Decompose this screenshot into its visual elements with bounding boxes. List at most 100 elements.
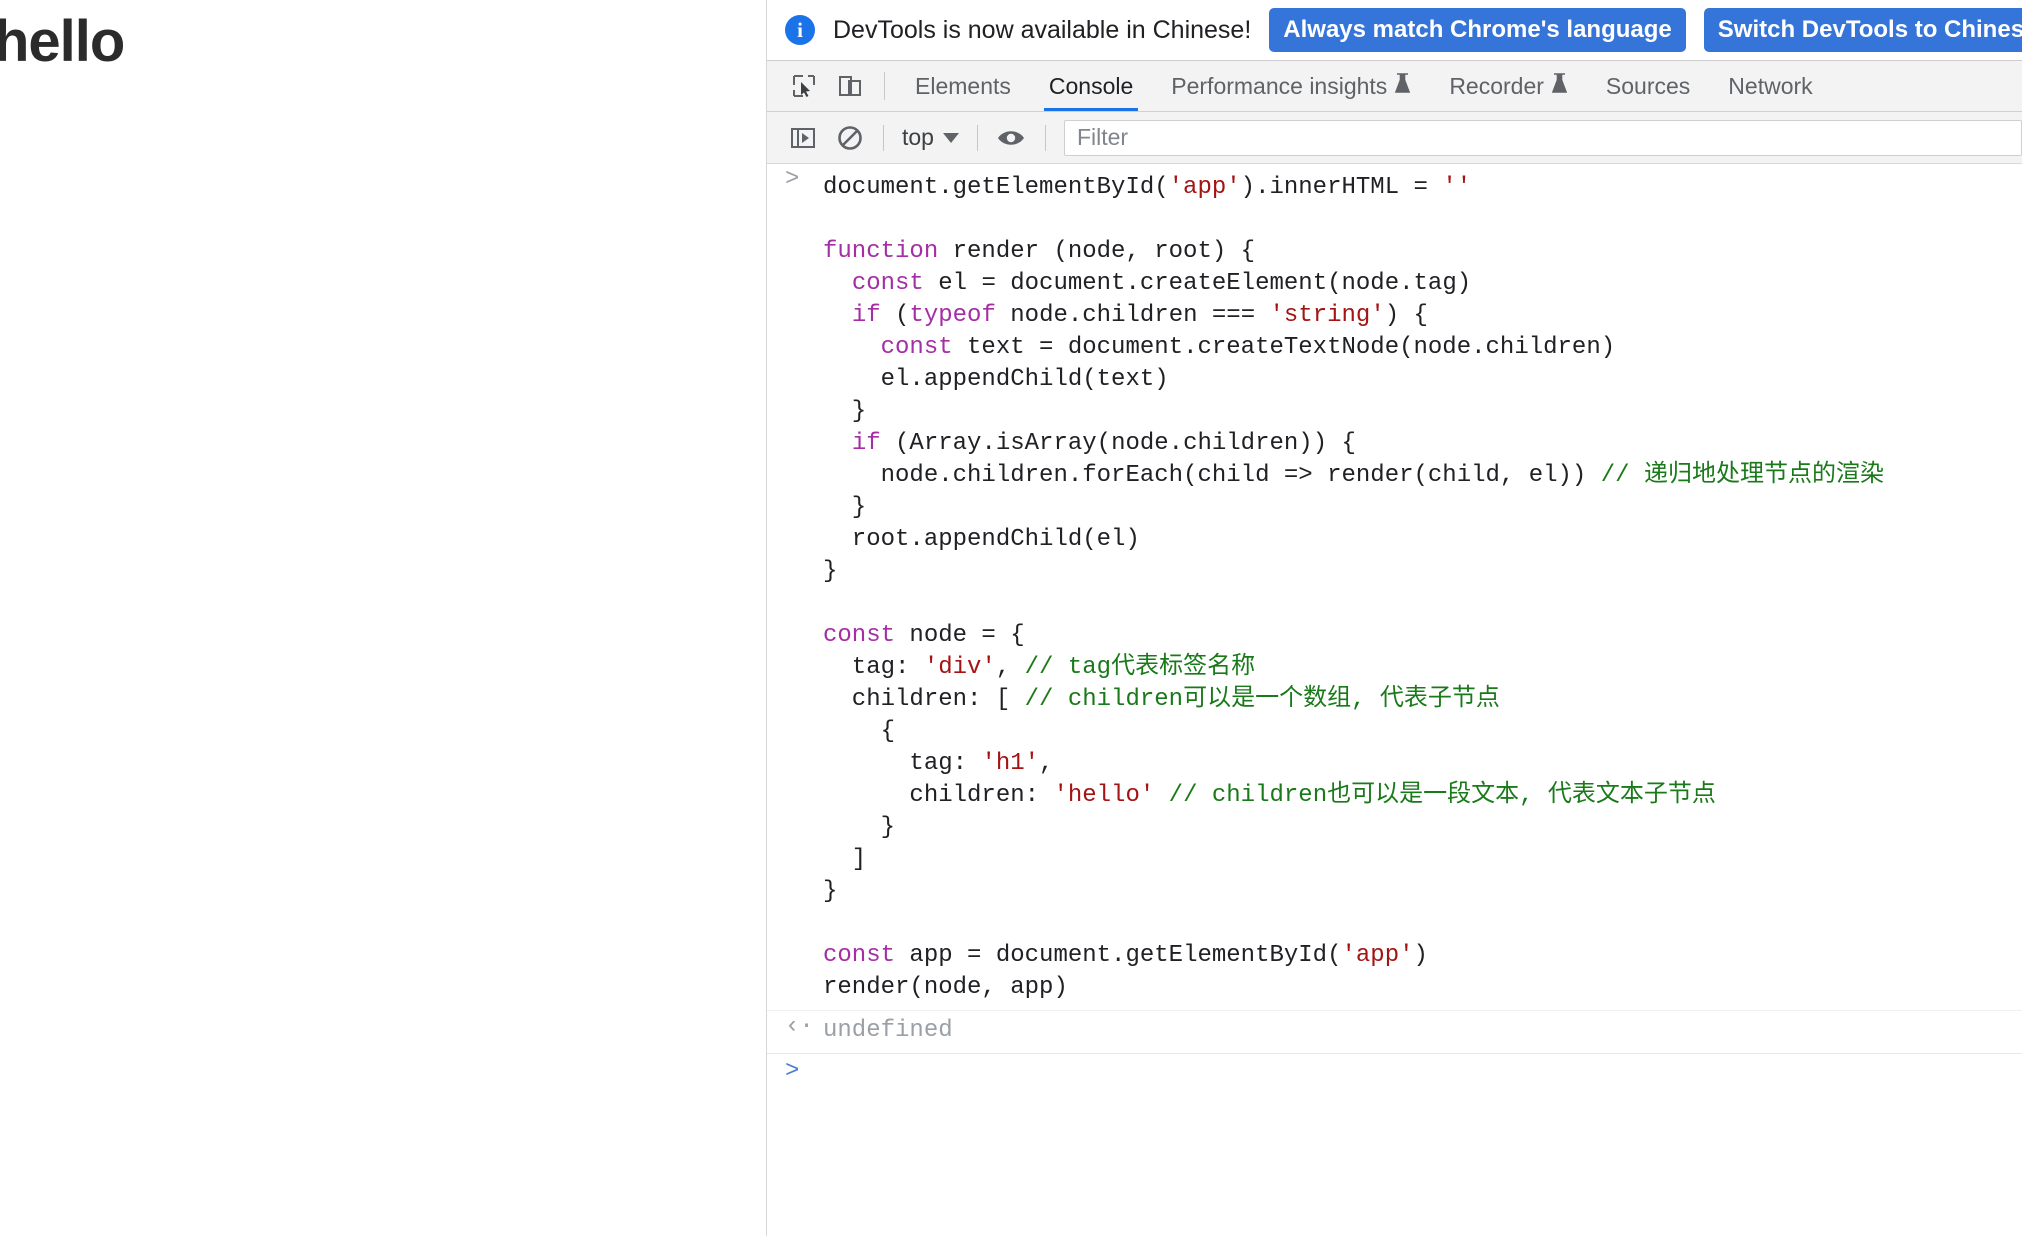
console-result-prompt-icon: ‹· — [785, 1013, 814, 1040]
code-token: } — [823, 814, 896, 841]
chevron-down-icon — [942, 132, 959, 143]
console-result-value: undefined — [823, 1017, 953, 1044]
code-token: 'string' — [1269, 302, 1385, 329]
tab-performance-insights[interactable]: Performance insights — [1152, 61, 1430, 111]
banner-message: DevTools is now available in Chinese! — [833, 15, 1252, 44]
console-filter-input[interactable] — [1063, 119, 2022, 156]
code-token: // children也可以是一段文本, 代表文本子节点 — [1168, 782, 1716, 809]
code-token: 'hello' — [1053, 782, 1155, 809]
code-line: } — [823, 396, 2012, 428]
info-icon: i — [785, 15, 815, 45]
code-line: node.children.forEach(child => render(ch… — [823, 460, 2012, 492]
tab-label: Performance insights — [1171, 72, 1388, 99]
code-line: tag: 'div', // tag代表标签名称 — [823, 652, 2012, 684]
code-line: } — [823, 876, 2012, 908]
code-line: } — [823, 812, 2012, 844]
tab-label: Console — [1048, 72, 1134, 99]
inspect-element-icon[interactable] — [781, 61, 827, 111]
code-token: // children可以是一个数组, 代表子节点 — [1024, 686, 1500, 713]
experiment-flask-icon — [1551, 72, 1568, 100]
devtools-panel: i DevTools is now available in Chinese! … — [767, 0, 2022, 1236]
toolbar-divider — [976, 124, 978, 151]
code-line: if (typeof node.children === 'string') { — [823, 300, 2012, 332]
code-token: root.appendChild(el) — [823, 526, 1140, 553]
console-prompt-icon: > — [785, 1058, 800, 1085]
code-line: const node = { — [823, 620, 2012, 652]
devtools-tabbar: Elements Console Performance insights Re… — [767, 61, 2022, 112]
code-token: typeof — [909, 302, 996, 329]
code-token: render (node, root) { — [938, 238, 1256, 265]
toolbar-divider — [883, 124, 884, 151]
experiment-flask-icon — [1394, 72, 1411, 100]
execution-context-selector[interactable]: top — [894, 124, 967, 151]
code-token: 'app' — [1168, 174, 1241, 201]
tab-console[interactable]: Console — [1030, 61, 1152, 111]
code-token: const — [823, 942, 896, 969]
tab-elements[interactable]: Elements — [896, 61, 1030, 111]
code-token: } — [823, 398, 867, 425]
code-token: el.appendChild(text) — [823, 366, 1169, 393]
always-match-language-button[interactable]: Always match Chrome's language — [1269, 8, 1686, 52]
execution-context-label: top — [902, 124, 934, 150]
code-token: function — [823, 238, 939, 265]
code-line: function render (node, root) { — [823, 236, 2012, 268]
code-token: node.children.forEach(child => render(ch… — [823, 462, 1601, 489]
console-result-entry: ‹· undefined — [767, 1010, 2022, 1054]
code-token: 'app' — [1341, 942, 1414, 969]
code-token: ).innerHTML = — [1240, 174, 1443, 201]
console-output[interactable]: > document.getElementById('app').innerHT… — [767, 164, 2022, 1236]
tab-recorder[interactable]: Recorder — [1430, 61, 1587, 111]
code-token: text = document.createTextNode(node.chil… — [952, 334, 1616, 361]
code-token: , — [1039, 750, 1054, 777]
code-token: app = document.getElementById( — [895, 942, 1342, 969]
code-token: if — [851, 302, 881, 329]
code-token: children: [ — [823, 686, 1025, 713]
code-token: } — [823, 878, 838, 905]
code-line: render(node, app) — [823, 972, 2012, 1004]
tab-label: Sources — [1605, 72, 1691, 99]
code-token: const — [851, 270, 924, 297]
code-token: ( — [880, 302, 910, 329]
code-token: document.getElementById( — [823, 174, 1169, 201]
code-token: , — [995, 654, 1025, 681]
code-line: document.getElementById('app').innerHTML… — [823, 172, 2012, 204]
page-heading: hello — [0, 9, 125, 74]
code-token: node = { — [895, 622, 1025, 649]
console-input-prompt-icon: > — [785, 166, 800, 193]
code-token: render(node, app) — [823, 974, 1068, 1001]
code-line: root.appendChild(el) — [823, 524, 2012, 556]
code-token: { — [823, 718, 896, 745]
tab-label: Network — [1728, 72, 1813, 99]
code-token: // tag代表标签名称 — [1024, 654, 1256, 681]
live-expression-eye-icon[interactable] — [988, 118, 1035, 158]
device-toolbar-icon[interactable] — [827, 61, 873, 111]
toolbar-divider — [1044, 124, 1046, 151]
code-token: ) — [1413, 942, 1428, 969]
console-prompt-row[interactable]: > — [767, 1054, 2022, 1098]
console-sidebar-icon[interactable] — [779, 118, 826, 158]
code-token: 'div' — [923, 654, 996, 681]
tab-sources[interactable]: Sources — [1587, 61, 1709, 111]
console-input-code: document.getElementById('app').innerHTML… — [823, 172, 2022, 1004]
code-token: (Array.isArray(node.children)) { — [880, 430, 1356, 457]
code-token: ) { — [1384, 302, 1428, 329]
switch-devtools-language-button[interactable]: Switch DevTools to Chinese — [1703, 8, 2022, 52]
clear-console-icon[interactable] — [826, 118, 873, 158]
code-line: } — [823, 492, 2012, 524]
code-token: '' — [1442, 174, 1472, 201]
app-window: hello i DevTools is now available in Chi… — [0, 0, 2022, 1236]
code-line: if (Array.isArray(node.children)) { — [823, 428, 2012, 460]
code-token: node.children === — [995, 302, 1270, 329]
code-token: ] — [823, 846, 867, 873]
tab-network[interactable]: Network — [1709, 61, 1831, 111]
code-line: el.appendChild(text) — [823, 364, 2012, 396]
code-token: el = document.createElement(node.tag) — [923, 270, 1472, 297]
code-token: } — [823, 558, 838, 585]
code-line: } — [823, 556, 2012, 588]
